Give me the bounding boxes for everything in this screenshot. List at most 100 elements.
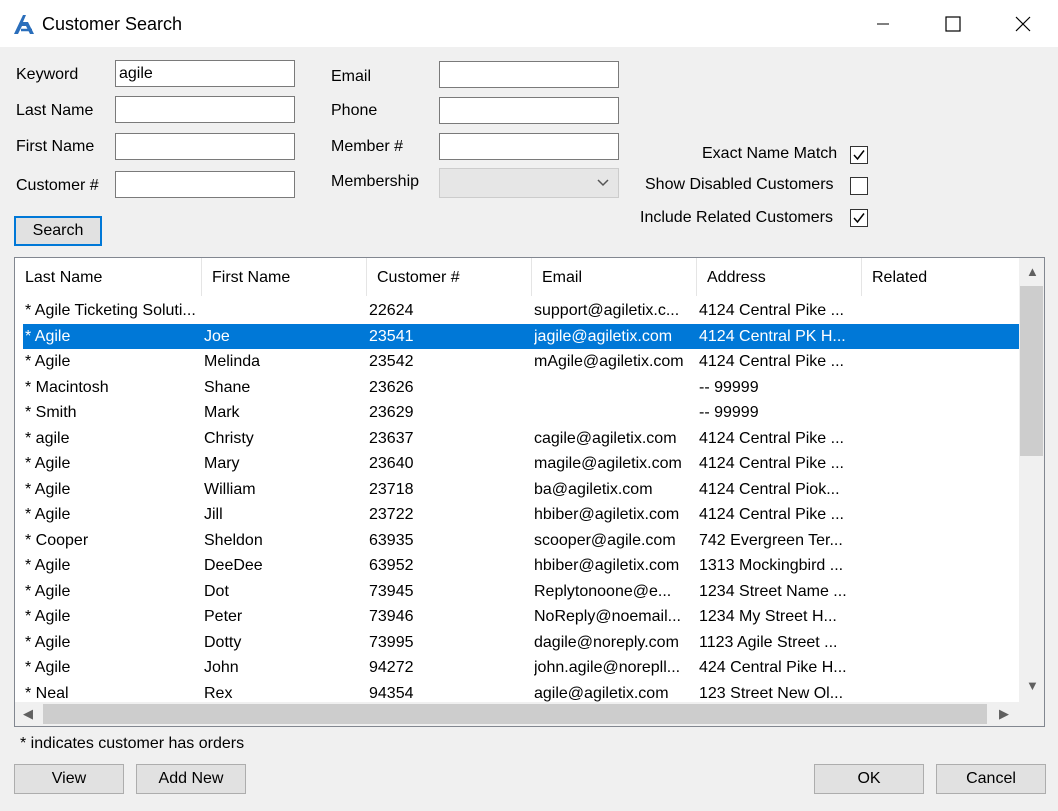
cell-address: 4124 Central Pike ... xyxy=(699,506,844,523)
maximize-button[interactable] xyxy=(918,0,988,47)
cell-last-name: * Cooper xyxy=(25,531,89,549)
membership-label: Membership xyxy=(331,173,420,190)
add-new-button[interactable]: Add New xyxy=(136,764,246,794)
ok-button[interactable]: OK xyxy=(814,764,924,794)
cell-first-name: Sheldon xyxy=(204,531,263,549)
table-row[interactable]: * Agile Mary 23640 magile@agiletix.com 4124 … xyxy=(23,451,1019,477)
table-row[interactable]: * Agile Melinda 23542 mAgile@agiletix.com 41… xyxy=(23,349,1019,375)
results-table[interactable]: Last Name First Name Customer # Email Ad… xyxy=(14,257,1045,727)
cell-email: scooper@agile.com xyxy=(534,531,676,549)
cell-customer-number: 23541 xyxy=(369,327,414,345)
cell-address: 1313 Mockingbird ... xyxy=(699,557,844,574)
cell-address: -- 99999 xyxy=(699,404,759,421)
cell-first-name: Joe xyxy=(204,327,230,345)
include-related-customers-checkbox[interactable] xyxy=(850,209,868,227)
horizontal-scroll-thumb[interactable] xyxy=(43,704,987,724)
close-icon xyxy=(1015,16,1031,31)
cell-customer-number: 23637 xyxy=(369,429,414,447)
cancel-button[interactable]: Cancel xyxy=(936,764,1046,794)
cell-customer-number: 73995 xyxy=(369,633,414,651)
keyword-label: Keyword xyxy=(16,66,79,83)
cell-last-name: * Agile xyxy=(25,633,71,651)
scroll-left-icon[interactable]: ◀ xyxy=(23,706,33,722)
column-header-first-name[interactable]: First Name xyxy=(202,258,367,296)
cell-address: 4124 Central Pike ... xyxy=(699,429,844,447)
vertical-scrollbar[interactable]: ▲ ▼ xyxy=(1019,258,1044,702)
cell-last-name: * Agile xyxy=(25,455,71,472)
search-button[interactable]: Search xyxy=(14,216,102,246)
cell-customer-number: 73946 xyxy=(369,608,414,625)
cell-last-name: * Smith xyxy=(25,404,77,421)
exact-name-match-checkbox[interactable] xyxy=(850,146,868,164)
cell-address: -- 99999 xyxy=(699,378,759,396)
cell-customer-number: 23542 xyxy=(369,353,414,370)
table-row[interactable]: * Agile William 23718 ba@agiletix.com 4124 C… xyxy=(23,477,1019,503)
table-row[interactable]: * agile Christy 23637 cagile@agiletix.com 41… xyxy=(23,426,1019,452)
column-header-address[interactable]: Address xyxy=(697,258,862,296)
cell-email: hbiber@agiletix.com xyxy=(534,506,680,523)
cell-email: magile@agiletix.com xyxy=(534,455,682,472)
cell-email: dagile@noreply.com xyxy=(534,633,679,651)
cell-customer-number: 63952 xyxy=(369,557,414,574)
customer-number-input[interactable] xyxy=(115,171,295,198)
membership-select[interactable] xyxy=(439,168,619,198)
cell-email: support@agiletix.c... xyxy=(534,302,680,319)
cell-email: hbiber@agiletix.com xyxy=(534,557,680,574)
table-row[interactable]: * Macintosh Shane 23626 -- 99999 xyxy=(23,375,1019,401)
scroll-down-icon[interactable]: ▼ xyxy=(1026,678,1039,693)
cell-address: 742 Evergreen Ter... xyxy=(699,531,843,549)
column-header-last-name[interactable]: Last Name xyxy=(15,258,202,296)
include-related-customers-label: Include Related Customers xyxy=(640,209,833,226)
cell-last-name: * Agile xyxy=(25,506,71,523)
minimize-button[interactable] xyxy=(848,0,918,47)
cell-customer-number: 23626 xyxy=(369,378,414,396)
table-row[interactable]: * Agile DeeDee 63952 hbiber@agiletix.com 131… xyxy=(23,553,1019,579)
cell-last-name: * Agile xyxy=(25,582,71,600)
last-name-input[interactable] xyxy=(115,96,295,123)
phone-input[interactable] xyxy=(439,97,619,124)
vertical-scroll-thumb[interactable] xyxy=(1020,286,1043,456)
maximize-icon xyxy=(945,15,961,32)
email-input[interactable] xyxy=(439,61,619,88)
cell-last-name: * Agile xyxy=(25,353,71,370)
column-header-customer-number[interactable]: Customer # xyxy=(367,258,532,296)
orders-footnote: * indicates customer has orders xyxy=(20,735,245,752)
cell-first-name: Dot xyxy=(204,582,229,600)
member-number-input[interactable] xyxy=(439,133,619,160)
cell-customer-number: 23722 xyxy=(369,506,414,523)
scrollbar-corner xyxy=(1019,702,1044,726)
cell-email: john.agile@norepll... xyxy=(534,659,681,676)
close-button[interactable] xyxy=(988,0,1058,47)
first-name-label: First Name xyxy=(16,138,95,155)
table-row[interactable]: * Agile John 94272 john.agile@norepll... 424… xyxy=(23,655,1019,681)
table-row[interactable]: * Smith Mark 23629 -- 99999 xyxy=(23,400,1019,426)
table-row[interactable]: * Agile Joe 23541 jagile@agiletix.com 4124 C… xyxy=(23,323,1019,349)
table-row[interactable]: * Agile Dot 73945 Replytonoone@e... 1234 Str… xyxy=(23,579,1019,605)
cell-first-name: Shane xyxy=(204,378,251,396)
cell-last-name: * Macintosh xyxy=(25,378,109,396)
show-disabled-customers-label: Show Disabled Customers xyxy=(645,176,834,193)
table-row[interactable]: * Agile Ticketing Soluti... 22624 support@… xyxy=(23,298,1019,324)
table-row[interactable]: * Cooper Sheldon 63935 scooper@agile.com 742… xyxy=(23,528,1019,554)
table-header: Last Name First Name Customer # Email Ad… xyxy=(15,258,1019,296)
column-header-email[interactable]: Email xyxy=(532,258,697,296)
cell-first-name: DeeDee xyxy=(204,557,263,574)
cell-customer-number: 23629 xyxy=(369,404,414,421)
table-row[interactable]: * Agile Dotty 73995 dagile@noreply.com 1123 … xyxy=(23,630,1019,656)
view-button[interactable]: View xyxy=(14,764,124,794)
scroll-right-icon[interactable]: ▶ xyxy=(999,706,1009,722)
cell-last-name: * agile xyxy=(25,429,70,447)
first-name-input[interactable] xyxy=(115,133,295,160)
cell-email: Replytonoone@e... xyxy=(534,582,672,600)
show-disabled-customers-checkbox[interactable] xyxy=(850,177,868,195)
table-row[interactable]: * Agile Jill 23722 hbiber@agiletix.com 4124 … xyxy=(23,502,1019,528)
cell-first-name: Mark xyxy=(204,404,240,421)
column-header-related[interactable]: Related xyxy=(862,258,1019,296)
scroll-up-icon[interactable]: ▲ xyxy=(1026,264,1039,279)
chevron-down-icon xyxy=(597,179,609,187)
cell-first-name: Melinda xyxy=(204,353,261,370)
table-row[interactable]: * Agile Peter 73946 NoReply@noemail... 1234 … xyxy=(23,604,1019,630)
keyword-input[interactable] xyxy=(115,60,295,87)
horizontal-scrollbar[interactable]: ◀ ▶ xyxy=(15,702,1019,726)
email-label: Email xyxy=(331,68,372,85)
